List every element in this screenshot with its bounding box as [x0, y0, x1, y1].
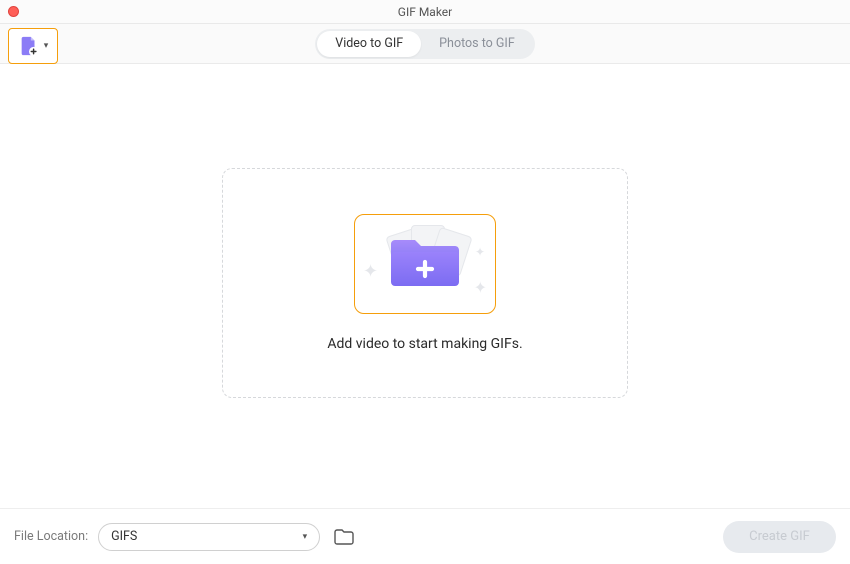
tab-photos-to-gif[interactable]: Photos to GIF — [421, 31, 533, 57]
dropzone-prompt: Add video to start making GIFs. — [327, 336, 522, 352]
sparkle-icon: ✦ — [363, 261, 378, 282]
folder-icon — [334, 529, 354, 545]
window-title: GIF Maker — [398, 5, 452, 19]
dropzone[interactable]: ✦ ✦ ✦ — [222, 168, 628, 398]
footer: File Location: GIFS ▾ Create GIF — [0, 508, 850, 564]
window-controls — [8, 6, 19, 17]
sparkle-icon: ✦ — [474, 278, 487, 297]
add-video-tile[interactable]: ✦ ✦ ✦ — [354, 214, 496, 314]
toolbar: ▾ Video to GIF Photos to GIF — [0, 24, 850, 64]
file-location-label: File Location: — [14, 529, 88, 544]
chevron-down-icon: ▾ — [303, 532, 308, 542]
titlebar: GIF Maker — [0, 0, 850, 24]
sparkle-icon: ✦ — [475, 245, 485, 259]
file-location-value: GIFS — [111, 529, 137, 544]
chevron-down-icon: ▾ — [44, 41, 49, 51]
close-window-button[interactable] — [8, 6, 19, 17]
tab-video-to-gif[interactable]: Video to GIF — [317, 31, 421, 57]
mode-switch: Video to GIF Photos to GIF — [315, 29, 535, 59]
file-location-select[interactable]: GIFS ▾ — [98, 523, 320, 551]
main-canvas: ✦ ✦ ✦ — [0, 64, 850, 398]
browse-folder-button[interactable] — [330, 525, 358, 549]
create-gif-button[interactable]: Create GIF — [723, 521, 836, 553]
add-file-button[interactable]: ▾ — [8, 28, 58, 64]
folder-plus-icon — [387, 234, 463, 294]
document-add-icon — [18, 35, 40, 57]
